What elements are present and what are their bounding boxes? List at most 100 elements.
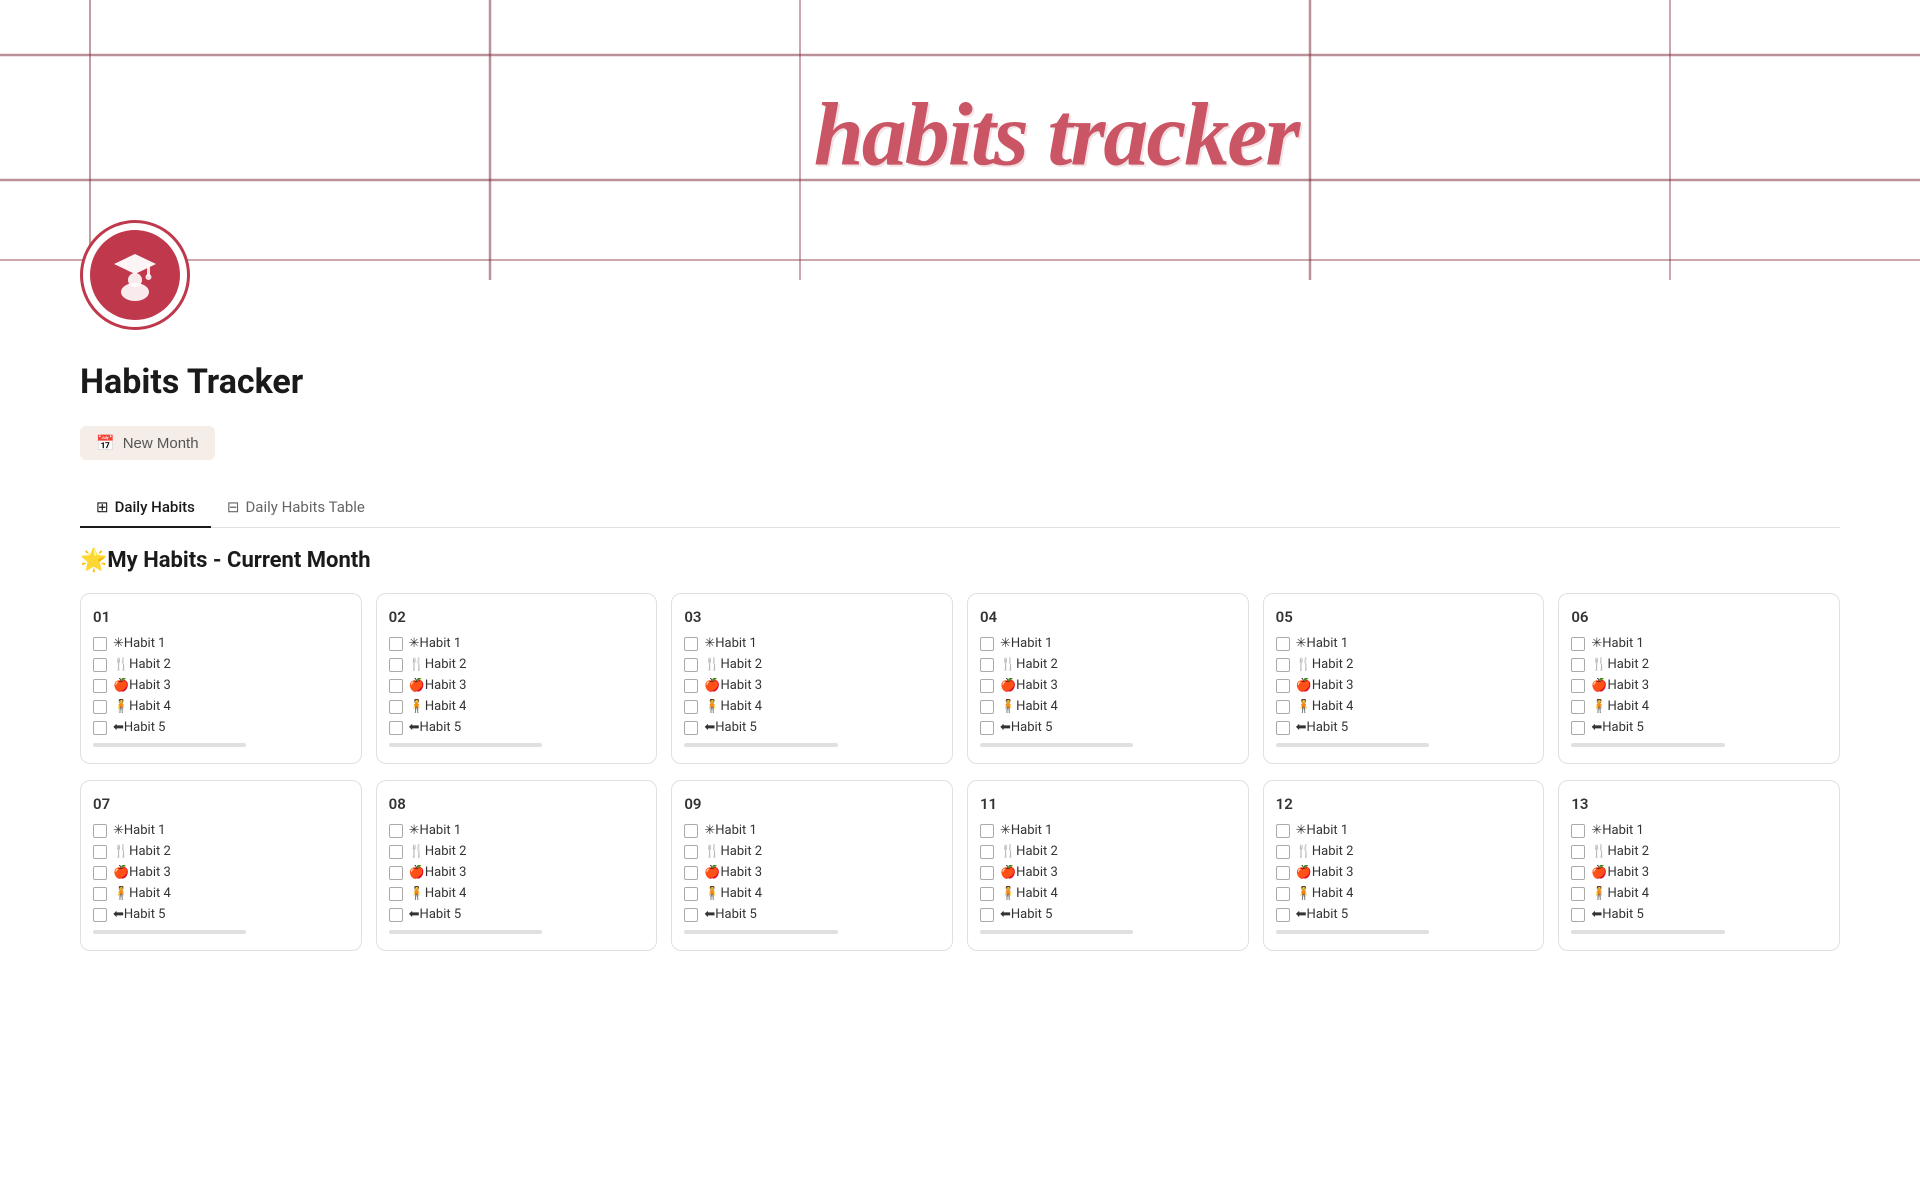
day-card: 08✳Habit 1🍴Habit 2🍎Habit 3🧍Habit 4⬅Habit… (376, 780, 658, 951)
habit-checkbox[interactable] (93, 658, 107, 672)
habit-checkbox[interactable] (684, 700, 698, 714)
habit-item: 🍴Habit 2 (980, 844, 1236, 859)
habit-label: 🍎Habit 3 (113, 865, 171, 880)
habit-checkbox[interactable] (980, 908, 994, 922)
habit-label: ⬅Habit 5 (113, 907, 165, 922)
habit-checkbox[interactable] (93, 866, 107, 880)
habit-checkbox[interactable] (684, 866, 698, 880)
card-scroll-indicator (1571, 930, 1724, 934)
habit-label: 🍎Habit 3 (704, 865, 762, 880)
habit-checkbox[interactable] (980, 679, 994, 693)
habit-checkbox[interactable] (1276, 658, 1290, 672)
habit-label: 🍴Habit 2 (409, 657, 467, 672)
habit-label: 🧍Habit 4 (1296, 699, 1354, 714)
habit-checkbox[interactable] (980, 658, 994, 672)
habit-checkbox[interactable] (1571, 887, 1585, 901)
habit-checkbox[interactable] (1571, 700, 1585, 714)
page-title: Habits Tracker (80, 362, 1840, 402)
habit-checkbox[interactable] (93, 824, 107, 838)
habit-checkbox[interactable] (684, 845, 698, 859)
habit-checkbox[interactable] (980, 866, 994, 880)
habit-checkbox[interactable] (1276, 845, 1290, 859)
habit-checkbox[interactable] (1571, 658, 1585, 672)
habit-label: ⬅Habit 5 (113, 720, 165, 735)
tab-daily-habits[interactable]: ⊞ Daily Habits (80, 488, 211, 528)
habit-item: 🍎Habit 3 (684, 865, 940, 880)
habit-checkbox[interactable] (684, 637, 698, 651)
habit-checkbox[interactable] (1571, 866, 1585, 880)
day-number: 01 (93, 608, 349, 626)
tab-icon-table: ⊟ (227, 498, 240, 516)
day-number: 09 (684, 795, 940, 813)
habit-checkbox[interactable] (93, 908, 107, 922)
habit-checkbox[interactable] (389, 700, 403, 714)
habit-item: ⬅Habit 5 (684, 907, 940, 922)
habit-checkbox[interactable] (980, 845, 994, 859)
habit-checkbox[interactable] (389, 887, 403, 901)
habit-label: 🧍Habit 4 (1000, 699, 1058, 714)
habit-checkbox[interactable] (980, 700, 994, 714)
habit-checkbox[interactable] (1276, 908, 1290, 922)
habit-checkbox[interactable] (389, 908, 403, 922)
habit-checkbox[interactable] (1571, 679, 1585, 693)
habit-checkbox[interactable] (1571, 824, 1585, 838)
habit-label: ⬅Habit 5 (1296, 720, 1348, 735)
habit-checkbox[interactable] (93, 845, 107, 859)
habit-checkbox[interactable] (684, 679, 698, 693)
habit-checkbox[interactable] (980, 824, 994, 838)
habit-item: 🧍Habit 4 (93, 886, 349, 901)
habit-checkbox[interactable] (1571, 637, 1585, 651)
day-card: 06✳Habit 1🍴Habit 2🍎Habit 3🧍Habit 4⬅Habit… (1558, 593, 1840, 764)
habit-item: 🍎Habit 3 (389, 865, 645, 880)
card-scroll-indicator (980, 930, 1133, 934)
habit-checkbox[interactable] (1276, 824, 1290, 838)
habit-checkbox[interactable] (684, 887, 698, 901)
habit-checkbox[interactable] (1276, 866, 1290, 880)
habit-label: ⬅Habit 5 (1000, 907, 1052, 922)
habit-item: 🍴Habit 2 (389, 844, 645, 859)
habit-label: ✳Habit 1 (704, 823, 756, 838)
habit-checkbox[interactable] (389, 824, 403, 838)
habit-checkbox[interactable] (980, 887, 994, 901)
habit-checkbox[interactable] (980, 637, 994, 651)
habit-checkbox[interactable] (1571, 721, 1585, 735)
habit-label: ✳Habit 1 (1296, 636, 1348, 651)
habit-checkbox[interactable] (1276, 721, 1290, 735)
habit-checkbox[interactable] (684, 908, 698, 922)
habit-checkbox[interactable] (389, 679, 403, 693)
habit-checkbox[interactable] (389, 658, 403, 672)
day-number: 06 (1571, 608, 1827, 626)
habit-item: ✳Habit 1 (389, 636, 645, 651)
habit-checkbox[interactable] (684, 824, 698, 838)
habit-label: ✳Habit 1 (1000, 823, 1052, 838)
tab-daily-habits-table[interactable]: ⊟ Daily Habits Table (211, 488, 381, 528)
habit-checkbox[interactable] (93, 700, 107, 714)
habit-checkbox[interactable] (389, 866, 403, 880)
habit-checkbox[interactable] (93, 679, 107, 693)
habit-checkbox[interactable] (389, 721, 403, 735)
habit-checkbox[interactable] (1571, 845, 1585, 859)
habit-checkbox[interactable] (1276, 637, 1290, 651)
habit-checkbox[interactable] (980, 721, 994, 735)
habit-label: 🍎Habit 3 (409, 678, 467, 693)
habit-item: 🍴Habit 2 (1276, 844, 1532, 859)
habit-checkbox[interactable] (93, 887, 107, 901)
habit-checkbox[interactable] (389, 845, 403, 859)
habit-checkbox[interactable] (1571, 908, 1585, 922)
avatar-section (0, 220, 1920, 330)
habit-checkbox[interactable] (684, 658, 698, 672)
habit-item: 🍎Habit 3 (93, 865, 349, 880)
habit-checkbox[interactable] (1276, 679, 1290, 693)
habit-item: 🍴Habit 2 (389, 657, 645, 672)
habit-checkbox[interactable] (389, 637, 403, 651)
habit-checkbox[interactable] (93, 637, 107, 651)
new-month-button[interactable]: 📅 New Month (80, 426, 215, 460)
habit-item: ⬅Habit 5 (1571, 720, 1827, 735)
habit-checkbox[interactable] (684, 721, 698, 735)
habit-checkbox[interactable] (1276, 700, 1290, 714)
habit-item: ⬅Habit 5 (389, 720, 645, 735)
habit-checkbox[interactable] (93, 721, 107, 735)
habit-checkbox[interactable] (1276, 887, 1290, 901)
habit-label: 🍴Habit 2 (1296, 657, 1354, 672)
cards-grid-row1: 01 ✳Habit 1 🍴Habit 2 🍎Habit 3 🧍Habit 4 ⬅Habit… (80, 593, 1840, 764)
